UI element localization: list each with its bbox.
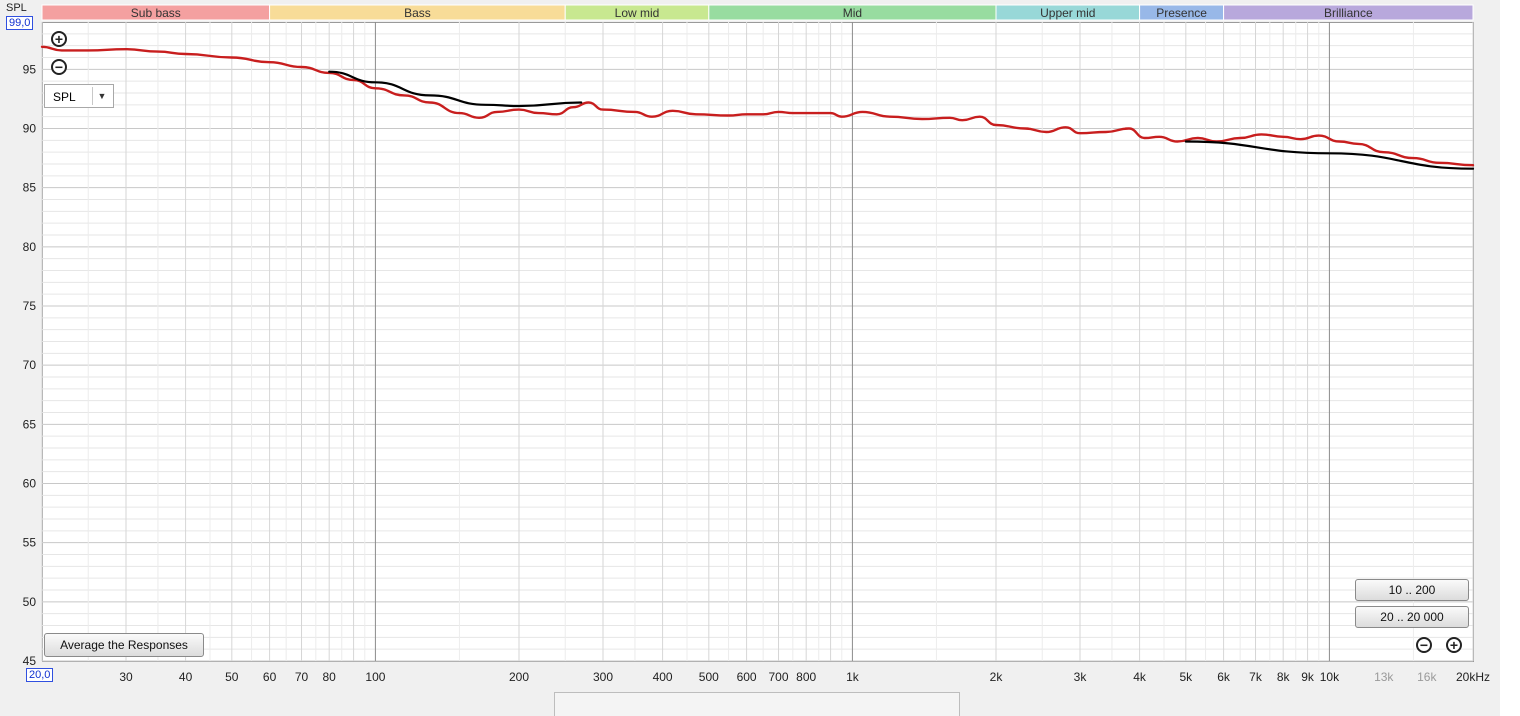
x-tick-label: 8k [1277, 670, 1291, 684]
target-curve-segment [328, 70, 583, 108]
y-tick-label: 45 [23, 654, 37, 668]
x-tick-label: 5k [1179, 670, 1193, 684]
x-tick-label: 200 [509, 670, 529, 684]
y-tick-label: 95 [23, 62, 37, 76]
y-axis-unit-label: SPL [6, 2, 27, 14]
x-tick-label: 20kHz [1456, 670, 1490, 684]
frequency-response-panel: Sub bass Bass Low mid Mid Upper mid Presence B… [0, 0, 1520, 716]
range-20-20000-button[interactable]: 20 .. 20 000 [1355, 606, 1469, 628]
band-label: Brilliance [1324, 6, 1373, 20]
y-tick-label: 85 [23, 181, 37, 195]
x-tick-label: 500 [699, 670, 719, 684]
x-tick-label: 30 [119, 670, 133, 684]
window-margin [1500, 0, 1520, 716]
y-tick-label: 90 [23, 122, 37, 136]
x-tick-label: 100 [365, 670, 385, 684]
zoom-in-horizontal-icon[interactable]: + [1446, 637, 1462, 653]
x-tick-label: 7k [1249, 670, 1263, 684]
x-tick-label: 400 [653, 670, 673, 684]
y-tick-label: 75 [23, 299, 37, 313]
frequency-response-chart: Sub bass Bass Low mid Mid Upper mid Presence B… [23, 4, 1490, 684]
x-tick-label: 300 [593, 670, 613, 684]
y-tick-label: 50 [23, 595, 37, 609]
x-tick-label: 80 [323, 670, 337, 684]
band-label: Bass [404, 6, 431, 20]
x-tick-label: 2k [990, 670, 1004, 684]
x-min-value-box[interactable]: 20,0 [26, 668, 54, 682]
x-tick-label: 60 [263, 670, 277, 684]
x-tick-label: 600 [737, 670, 757, 684]
y-max-value-box[interactable]: 99,0 [6, 16, 34, 30]
x-tick-label: 6k [1217, 670, 1231, 684]
x-tick-label: 1k [846, 670, 860, 684]
x-tick-label: 9k [1301, 670, 1315, 684]
band-label: Low mid [615, 6, 660, 20]
x-tick-label: 16k [1417, 670, 1437, 684]
y-tick-label: 80 [23, 240, 37, 254]
x-tick-label: 50 [225, 670, 239, 684]
y-axis-mode-dropdown[interactable]: SPL ▼ [44, 84, 114, 108]
band-label: Upper mid [1040, 6, 1095, 20]
zoom-in-vertical-icon[interactable]: + [51, 31, 67, 47]
x-tick-label: 700 [769, 670, 789, 684]
band-label: Mid [843, 6, 862, 20]
band-label: Presence [1156, 6, 1207, 20]
y-tick-label: 70 [23, 358, 37, 372]
x-tick-label: 800 [796, 670, 816, 684]
average-responses-button[interactable]: Average the Responses [44, 633, 204, 657]
y-tick-label: 65 [23, 417, 37, 431]
range-10-200-button[interactable]: 10 .. 200 [1355, 579, 1469, 601]
bottom-panel-tab [554, 692, 960, 716]
x-tick-label: 13k [1374, 670, 1394, 684]
zoom-out-vertical-icon[interactable]: − [51, 59, 67, 75]
dropdown-selected-value: SPL [53, 90, 76, 104]
x-tick-label: 10k [1320, 670, 1340, 684]
zoom-out-horizontal-icon[interactable]: − [1416, 637, 1432, 653]
y-tick-label: 60 [23, 477, 37, 491]
band-label: Sub bass [131, 6, 181, 20]
chevron-down-icon[interactable]: ▼ [92, 87, 111, 105]
x-tick-label: 70 [295, 670, 309, 684]
y-tick-label: 55 [23, 536, 37, 550]
x-tick-label: 3k [1074, 670, 1088, 684]
x-tick-label: 40 [179, 670, 193, 684]
x-tick-label: 4k [1133, 670, 1147, 684]
